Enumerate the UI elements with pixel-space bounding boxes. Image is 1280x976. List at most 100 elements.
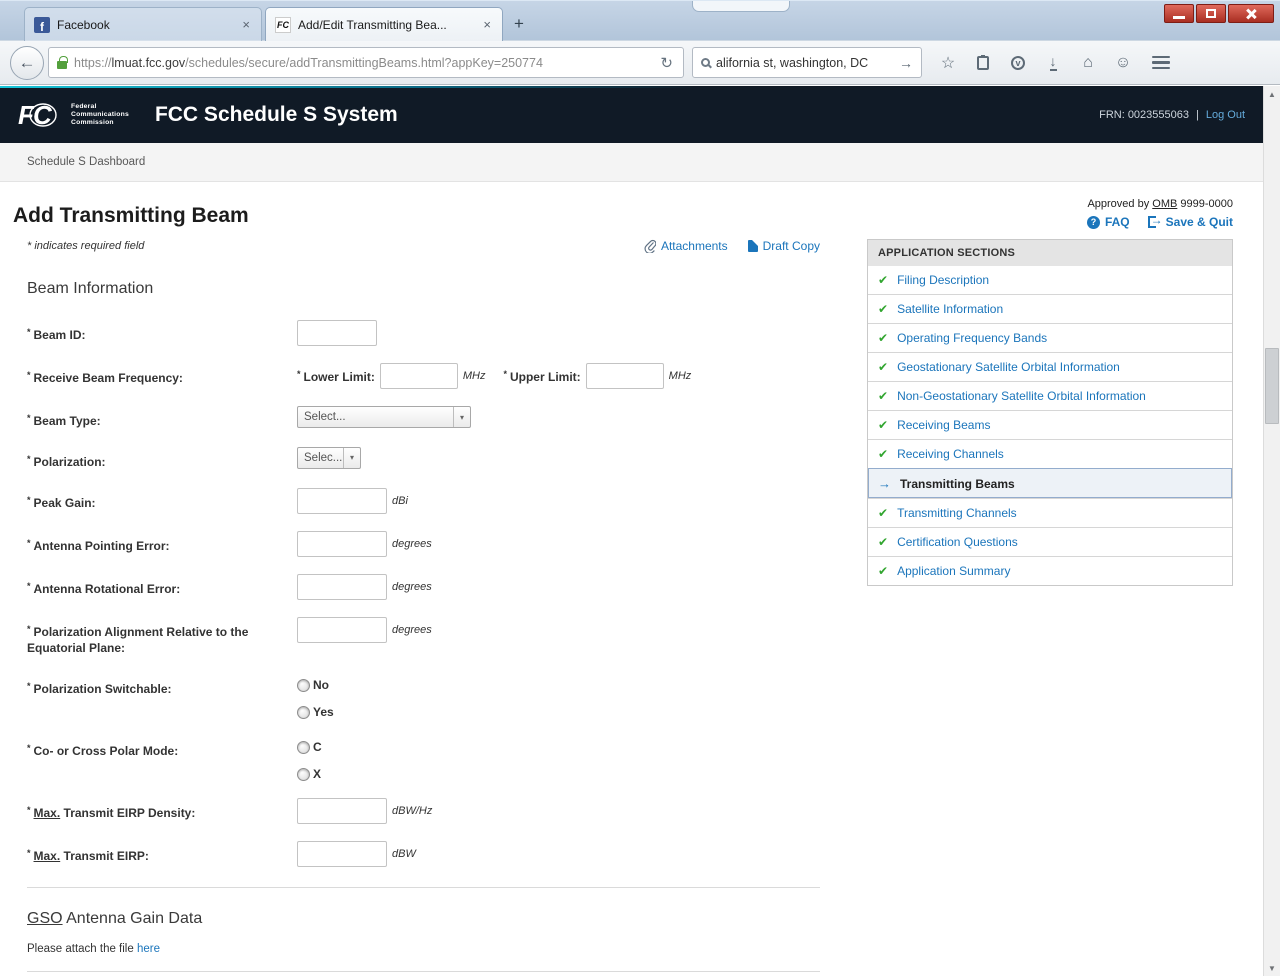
hello-icon[interactable]: ☺	[1113, 53, 1133, 73]
fcc-logo-icon: F C Federal Communications Commission	[18, 100, 129, 130]
section-item-operating-frequency-bands: ✔ Operating Frequency Bands	[868, 323, 1232, 352]
scroll-up-icon[interactable]: ▲	[1264, 86, 1280, 102]
cross-polar-radio[interactable]	[297, 768, 310, 781]
polarization-switchable-no-radio[interactable]	[297, 679, 310, 692]
field-row-antenna-pointing-error: *Antenna Pointing Error: degrees	[27, 531, 820, 557]
tab-title: Facebook	[57, 18, 233, 32]
check-icon: ✔	[878, 273, 888, 287]
section-link[interactable]: Geostationary Satellite Orbital Informat…	[897, 360, 1120, 374]
check-icon: ✔	[878, 331, 888, 345]
polarization-select[interactable]: Selec... ▾	[297, 447, 361, 469]
chevron-down-icon: ▾	[343, 448, 360, 468]
scrollbar-thumb[interactable]	[1265, 348, 1279, 424]
home-icon[interactable]: ⌂	[1078, 53, 1098, 73]
yes-option-label: Yes	[313, 705, 334, 719]
tab-close-icon[interactable]: ×	[240, 17, 252, 32]
section-link[interactable]: Receiving Beams	[897, 418, 990, 432]
co-polar-radio[interactable]	[297, 741, 310, 754]
antenna-rotational-error-input[interactable]	[297, 574, 387, 600]
receive-beam-frequency-label: *Receive Beam Frequency:	[27, 363, 297, 387]
section-link[interactable]: Application Summary	[897, 564, 1010, 578]
save-quit-link[interactable]: → Save & Quit	[1148, 215, 1233, 229]
check-icon: ✔	[878, 302, 888, 316]
draft-copy-link[interactable]: Draft Copy	[748, 239, 820, 253]
polarization-alignment-input[interactable]	[297, 617, 387, 643]
degrees-unit: degrees	[392, 538, 432, 550]
current-section-arrow-icon: →	[878, 476, 891, 491]
co-cross-polar-mode-label: *Co- or Cross Polar Mode:	[27, 736, 297, 760]
attach-here-link[interactable]: here	[137, 943, 160, 955]
search-go-icon[interactable]: →	[899, 55, 913, 71]
beam-type-select[interactable]: Select... ▾	[297, 406, 471, 428]
close-button[interactable]	[1228, 4, 1274, 23]
reload-icon[interactable]: ↻	[658, 54, 675, 72]
field-row-peak-gain: *Peak Gain: dBi	[27, 488, 820, 514]
page-scrollbar[interactable]: ▲ ▼	[1263, 86, 1280, 976]
check-icon: ✔	[878, 564, 888, 578]
document-icon	[748, 240, 758, 252]
section-link[interactable]: Receiving Channels	[897, 447, 1004, 461]
bookmarks-menu-icon[interactable]	[973, 53, 993, 73]
section-link[interactable]: Transmitting Beams	[900, 477, 1015, 491]
search-input[interactable]: alifornia st, washington, DC →	[692, 47, 922, 78]
tab-facebook[interactable]: f Facebook ×	[24, 7, 262, 41]
mhz-unit: MHz	[669, 370, 692, 382]
scroll-down-icon[interactable]: ▼	[1264, 960, 1280, 976]
attachments-link[interactable]: Attachments	[644, 239, 728, 253]
c-option-label: C	[313, 740, 322, 754]
pocket-icon[interactable]: v	[1008, 53, 1028, 73]
section-link[interactable]: Satellite Information	[897, 302, 1003, 316]
breadcrumb-dashboard-link[interactable]: Schedule S Dashboard	[27, 156, 145, 168]
section-item-satellite-information: ✔ Satellite Information	[868, 294, 1232, 323]
polarization-alignment-label: *Polarization Alignment Relative to the …	[27, 617, 297, 658]
peak-gain-label: *Peak Gain:	[27, 488, 297, 512]
antenna-pointing-error-label: *Antenna Pointing Error:	[27, 531, 297, 555]
minimize-button[interactable]	[1164, 4, 1194, 23]
logout-link[interactable]: Log Out	[1206, 109, 1245, 121]
antenna-pointing-error-input[interactable]	[297, 531, 387, 557]
bookmark-star-icon[interactable]: ☆	[938, 53, 958, 73]
degrees-unit: degrees	[392, 581, 432, 593]
section-link[interactable]: Operating Frequency Bands	[897, 331, 1047, 345]
tab-add-edit-transmitting-beams[interactable]: FC Add/Edit Transmitting Bea... ×	[265, 7, 503, 41]
section-link[interactable]: Filing Description	[897, 273, 989, 287]
beam-id-input[interactable]	[297, 320, 377, 346]
application-sections-panel: APPLICATION SECTIONS ✔ Filing Descriptio…	[867, 239, 1233, 586]
x-option-label: X	[313, 767, 321, 781]
logout-arrow-icon: →	[1148, 216, 1161, 228]
check-icon: ✔	[878, 389, 888, 403]
menu-icon[interactable]	[1152, 56, 1170, 70]
required-field-note: * indicates required field	[27, 240, 144, 252]
upper-limit-input[interactable]	[586, 363, 664, 389]
url-bar[interactable]: https://lmuat.fcc.gov/schedules/secure/a…	[48, 47, 684, 78]
back-button[interactable]: ←	[10, 46, 44, 80]
polarization-switchable-label: *Polarization Switchable:	[27, 674, 297, 698]
lower-limit-input[interactable]	[380, 363, 458, 389]
field-row-co-cross-polar-mode: *Co- or Cross Polar Mode: C X	[27, 736, 820, 781]
page: F C Federal Communications Commission FC…	[0, 86, 1263, 976]
polarization-switchable-yes-radio[interactable]	[297, 706, 310, 719]
degrees-unit: degrees	[392, 624, 432, 636]
window-controls	[1164, 4, 1274, 23]
section-item-non-geostationary-orbital-info: ✔ Non-Geostationary Satellite Orbital In…	[868, 381, 1232, 410]
frn-label: FRN: 0023555063	[1099, 109, 1189, 121]
max-transmit-eirp-density-label: *Max. Transmit EIRP Density:	[27, 798, 297, 822]
new-tab-button[interactable]: +	[503, 11, 535, 37]
mhz-unit: MHz	[463, 370, 486, 382]
fcc-logo-text: Federal Communications Commission	[71, 103, 129, 127]
maximize-button[interactable]	[1196, 4, 1226, 23]
tab-close-icon[interactable]: ×	[481, 17, 493, 32]
facebook-favicon-icon: f	[34, 17, 50, 33]
section-link[interactable]: Certification Questions	[897, 535, 1018, 549]
max-transmit-eirp-density-input[interactable]	[297, 798, 387, 824]
peak-gain-input[interactable]	[297, 488, 387, 514]
downloads-icon[interactable]: ↓	[1043, 53, 1063, 73]
check-icon: ✔	[878, 418, 888, 432]
section-divider	[27, 887, 820, 888]
section-link[interactable]: Transmitting Channels	[897, 506, 1017, 520]
faq-link[interactable]: ? FAQ	[1087, 215, 1130, 229]
section-link[interactable]: Non-Geostationary Satellite Orbital Info…	[897, 389, 1146, 403]
max-transmit-eirp-input[interactable]	[297, 841, 387, 867]
toolbar-icons: ☆ v ↓ ⌂ ☺	[938, 53, 1170, 73]
dbw-unit: dBW	[392, 848, 416, 860]
